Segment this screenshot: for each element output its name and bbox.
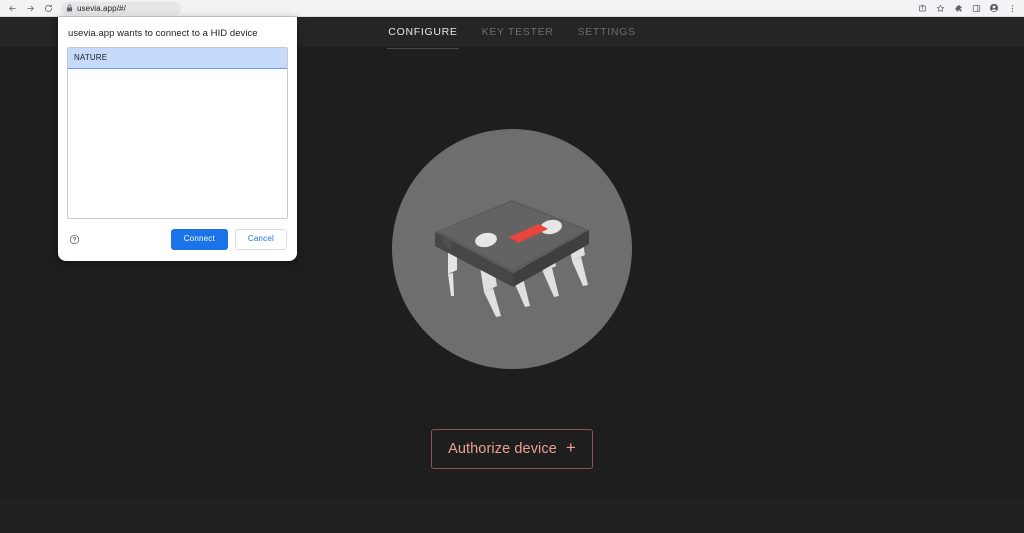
browser-toolbar-actions <box>914 1 1024 16</box>
reload-button[interactable] <box>39 0 57 16</box>
share-icon[interactable] <box>914 1 930 16</box>
ic-chip-graphic <box>435 200 589 317</box>
hid-device-list[interactable]: NATURE <box>67 47 288 219</box>
hid-dialog-actions: Connect Cancel <box>67 219 288 261</box>
hid-permission-dialog: usevia.app wants to connect to a HID dev… <box>58 17 297 261</box>
hid-dialog-button-group: Connect Cancel <box>170 229 287 250</box>
three-dot-menu-icon[interactable] <box>1004 1 1020 16</box>
authorize-device-button[interactable]: Authorize device + <box>431 429 593 469</box>
extensions-puzzle-icon[interactable] <box>950 1 966 16</box>
reload-icon <box>44 4 52 12</box>
ic-chip-illustration <box>392 129 632 369</box>
browser-toolbar: usevia.app/#/ <box>0 0 1024 17</box>
profile-avatar-icon[interactable] <box>986 1 1002 16</box>
connect-button[interactable]: Connect <box>170 229 228 250</box>
browser-nav-buttons <box>0 0 57 16</box>
bookmark-star-icon[interactable] <box>932 1 948 16</box>
forward-button[interactable] <box>21 0 39 16</box>
back-button[interactable] <box>3 0 21 16</box>
nav-item-configure[interactable]: CONFIGURE <box>387 22 459 49</box>
address-bar-url: usevia.app/#/ <box>77 3 126 13</box>
hid-device-list-item[interactable]: NATURE <box>68 48 287 69</box>
arrow-left-icon <box>8 5 16 11</box>
help-circle-icon[interactable] <box>68 233 81 246</box>
nav-item-key-tester[interactable]: KEY TESTER <box>481 22 555 43</box>
page-footer <box>0 502 1024 533</box>
hid-dialog-title: usevia.app wants to connect to a HID dev… <box>68 28 258 39</box>
arrow-right-icon <box>26 5 34 11</box>
lock-icon <box>65 4 73 13</box>
plus-icon: + <box>565 438 576 457</box>
address-bar[interactable]: usevia.app/#/ <box>61 1 181 15</box>
authorize-device-container: Authorize device + <box>431 429 593 469</box>
cancel-button[interactable]: Cancel <box>234 229 287 250</box>
authorize-device-label: Authorize device <box>448 440 557 457</box>
nav-item-settings[interactable]: SETTINGS <box>577 22 637 43</box>
side-panel-icon[interactable] <box>968 1 984 16</box>
